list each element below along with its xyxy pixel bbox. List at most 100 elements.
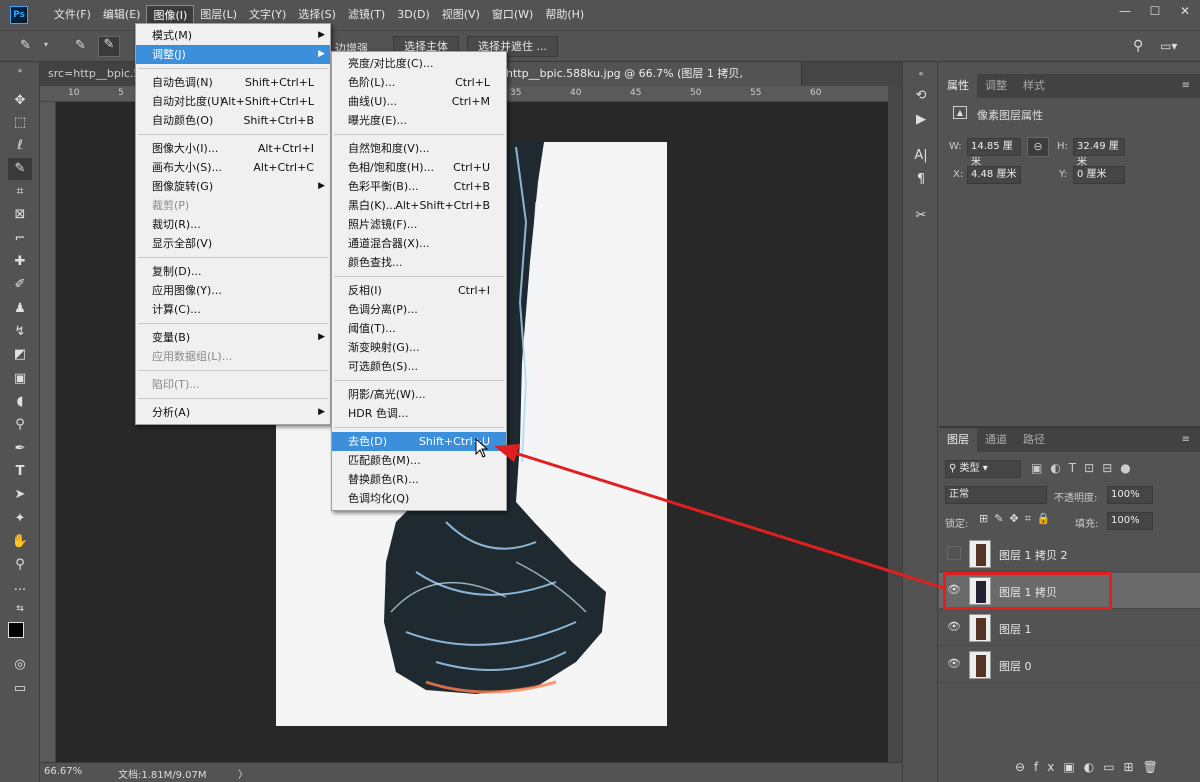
menu-item-posterize[interactable]: 色调分离(P)... bbox=[332, 300, 506, 319]
crop-tool-icon[interactable]: ⌗ bbox=[8, 181, 32, 203]
menu-item-black-white[interactable]: 黑白(K)... Alt+Shift+Ctrl+B bbox=[332, 196, 506, 215]
menu-item-duplicate[interactable]: 复制(D)... bbox=[136, 262, 330, 281]
search-icon[interactable]: ⚲ bbox=[1133, 38, 1143, 54]
menu-window[interactable]: 窗口(W) bbox=[486, 5, 539, 25]
frame-tool-icon[interactable]: ⊠ bbox=[8, 204, 32, 226]
height-field[interactable]: 32.49 厘米 bbox=[1073, 138, 1125, 168]
opacity-field[interactable]: 100% bbox=[1107, 486, 1153, 504]
menu-item-adjustments[interactable]: 调整(J) ▶ bbox=[136, 45, 330, 64]
menu-item-image-size[interactable]: 图像大小(I)... Alt+Ctrl+I bbox=[136, 139, 330, 158]
actions-play-icon[interactable]: ▶ bbox=[909, 108, 933, 132]
menu-item-canvas-size[interactable]: 画布大小(S)... Alt+Ctrl+C bbox=[136, 158, 330, 177]
eyedropper-tool-icon[interactable]: ⌐ bbox=[8, 228, 32, 250]
maximize-button[interactable]: ☐ bbox=[1140, 0, 1170, 22]
layers-footer-icons[interactable]: ⊖fx▣◐▭⊞🗑 bbox=[1015, 760, 1167, 774]
tab-styles[interactable]: 样式 bbox=[1015, 74, 1053, 98]
close-button[interactable]: ✕ bbox=[1170, 0, 1200, 22]
quick-select-brush-icon[interactable]: ✎ bbox=[20, 38, 42, 56]
eye-icon[interactable]: 👁 bbox=[947, 657, 961, 671]
type-tool-icon[interactable]: T bbox=[8, 461, 32, 483]
menu-item-invert[interactable]: 反相(I) Ctrl+I bbox=[332, 281, 506, 300]
tab-adjustments[interactable]: 调整 bbox=[977, 74, 1015, 98]
menu-item-equalize[interactable]: 色调均化(Q) bbox=[332, 489, 506, 508]
quick-select-tool-icon[interactable]: ✎ bbox=[8, 158, 32, 180]
menu-item-mode[interactable]: 模式(M) ▶ bbox=[136, 26, 330, 45]
pen-tool-icon[interactable]: ✒ bbox=[8, 438, 32, 460]
workspace-icon[interactable]: ▭▾ bbox=[1160, 39, 1177, 53]
panel-menu-icon[interactable]: ≡ bbox=[1182, 434, 1190, 445]
screen-mode-icon[interactable]: ▭ bbox=[8, 678, 32, 700]
width-field[interactable]: 14.85 厘米 bbox=[967, 138, 1021, 168]
menu-item-trim[interactable]: 裁切(R)... bbox=[136, 215, 330, 234]
gradient-tool-icon[interactable]: ▣ bbox=[8, 368, 32, 390]
history-brush-tool-icon[interactable]: ↯ bbox=[8, 321, 32, 343]
collapse-icon[interactable]: « bbox=[909, 68, 933, 80]
quick-mask-icon[interactable]: ◎ bbox=[8, 654, 32, 676]
fill-field[interactable]: 100% bbox=[1107, 512, 1153, 530]
menu-file[interactable]: 文件(F) bbox=[48, 5, 97, 25]
menu-item-brightness-contrast[interactable]: 亮度/对比度(C)... bbox=[332, 54, 506, 73]
minimize-button[interactable]: — bbox=[1110, 0, 1140, 22]
collapse-icon[interactable]: » bbox=[8, 66, 32, 76]
menu-help[interactable]: 帮助(H) bbox=[539, 5, 590, 25]
history-panel-icon[interactable]: ⟲ bbox=[909, 84, 933, 108]
menu-filter[interactable]: 滤镜(T) bbox=[342, 5, 391, 25]
menu-item-image-rotation[interactable]: 图像旋转(G) ▶ bbox=[136, 177, 330, 196]
new-selection-brush-icon[interactable]: ✎ bbox=[75, 38, 95, 56]
menu-item-calculations[interactable]: 计算(C)... bbox=[136, 300, 330, 319]
menu-item-channel-mixer[interactable]: 通道混合器(X)... bbox=[332, 234, 506, 253]
swap-colors-icon[interactable]: ⇆ bbox=[8, 602, 32, 616]
menu-item-hdr-toning[interactable]: HDR 色调... bbox=[332, 404, 506, 423]
menu-item-auto-contrast[interactable]: 自动对比度(U) Alt+Shift+Ctrl+L bbox=[136, 92, 330, 111]
menu-select[interactable]: 选择(S) bbox=[292, 5, 342, 25]
x-field[interactable]: 4.48 厘米 bbox=[967, 166, 1021, 184]
menu-item-gradient-map[interactable]: 渐变映射(G)... bbox=[332, 338, 506, 357]
path-select-tool-icon[interactable]: ➤ bbox=[8, 484, 32, 506]
tool-presets-icon[interactable]: ✂ bbox=[909, 204, 933, 228]
foreground-color-swatch[interactable] bbox=[8, 622, 24, 638]
blend-mode-select[interactable]: 正常 bbox=[945, 486, 1047, 504]
menu-item-shadows-highlights[interactable]: 阴影/高光(W)... bbox=[332, 385, 506, 404]
character-panel-icon[interactable]: A| bbox=[909, 144, 933, 168]
menu-item-auto-tone[interactable]: 自动色调(N) Shift+Ctrl+L bbox=[136, 73, 330, 92]
zoom-level[interactable]: 66.67% bbox=[44, 766, 82, 777]
menu-item-levels[interactable]: 色阶(L)... Ctrl+L bbox=[332, 73, 506, 92]
menu-item-reveal-all[interactable]: 显示全部(V) bbox=[136, 234, 330, 253]
menu-item-exposure[interactable]: 曝光度(E)... bbox=[332, 111, 506, 130]
more-tools-icon[interactable]: ··· bbox=[8, 580, 32, 602]
tab-properties[interactable]: 属性 bbox=[939, 74, 977, 98]
brush-tool-icon[interactable]: ✐ bbox=[8, 274, 32, 296]
chevron-down-icon[interactable]: ▾ bbox=[44, 40, 48, 49]
layer-row[interactable]: 👁 图层 1 bbox=[939, 610, 1200, 646]
menu-item-color-lookup[interactable]: 颜色查找... bbox=[332, 253, 506, 272]
tab-channels[interactable]: 通道 bbox=[977, 428, 1015, 452]
blur-tool-icon[interactable]: ◖ bbox=[8, 391, 32, 413]
layer-row[interactable]: 图层 1 拷贝 2 bbox=[939, 536, 1200, 572]
paragraph-panel-icon[interactable]: ¶ bbox=[909, 168, 933, 192]
menu-view[interactable]: 视图(V) bbox=[436, 5, 486, 25]
menu-item-analysis[interactable]: 分析(A) ▶ bbox=[136, 403, 330, 422]
stamp-tool-icon[interactable]: ♟ bbox=[8, 298, 32, 320]
menu-item-curves[interactable]: 曲线(U)... Ctrl+M bbox=[332, 92, 506, 111]
lock-icons[interactable]: ⊞✎✥⌗🔒 bbox=[979, 512, 1057, 526]
layer-filter-icons[interactable]: ▣◐T⊡⊟● bbox=[1031, 461, 1139, 475]
zoom-tool-icon[interactable]: ⚲ bbox=[8, 554, 32, 576]
menu-edit[interactable]: 编辑(E) bbox=[97, 5, 147, 25]
hand-tool-icon[interactable]: ✋ bbox=[8, 531, 32, 553]
layer-row[interactable]: 👁 图层 0 bbox=[939, 647, 1200, 683]
eye-icon[interactable]: 👁 bbox=[947, 620, 961, 634]
y-field[interactable]: 0 厘米 bbox=[1073, 166, 1125, 184]
visibility-toggle-off[interactable] bbox=[947, 546, 961, 560]
marquee-tool-icon[interactable]: ⬚ bbox=[8, 112, 32, 134]
menu-item-threshold[interactable]: 阈值(T)... bbox=[332, 319, 506, 338]
panel-menu-icon[interactable]: ≡ bbox=[1182, 80, 1190, 91]
add-selection-brush-icon[interactable]: ✎ bbox=[98, 36, 120, 57]
healing-brush-tool-icon[interactable]: ✚ bbox=[8, 251, 32, 273]
menu-item-hue-saturation[interactable]: 色相/饱和度(H)... Ctrl+U bbox=[332, 158, 506, 177]
menu-type[interactable]: 文字(Y) bbox=[243, 5, 292, 25]
menu-item-vibrance[interactable]: 自然饱和度(V)... bbox=[332, 139, 506, 158]
vertical-scrollbar[interactable] bbox=[888, 86, 902, 762]
menu-3d[interactable]: 3D(D) bbox=[391, 5, 436, 25]
tab-layers[interactable]: 图层 bbox=[939, 428, 977, 452]
menu-layer[interactable]: 图层(L) bbox=[194, 5, 243, 25]
